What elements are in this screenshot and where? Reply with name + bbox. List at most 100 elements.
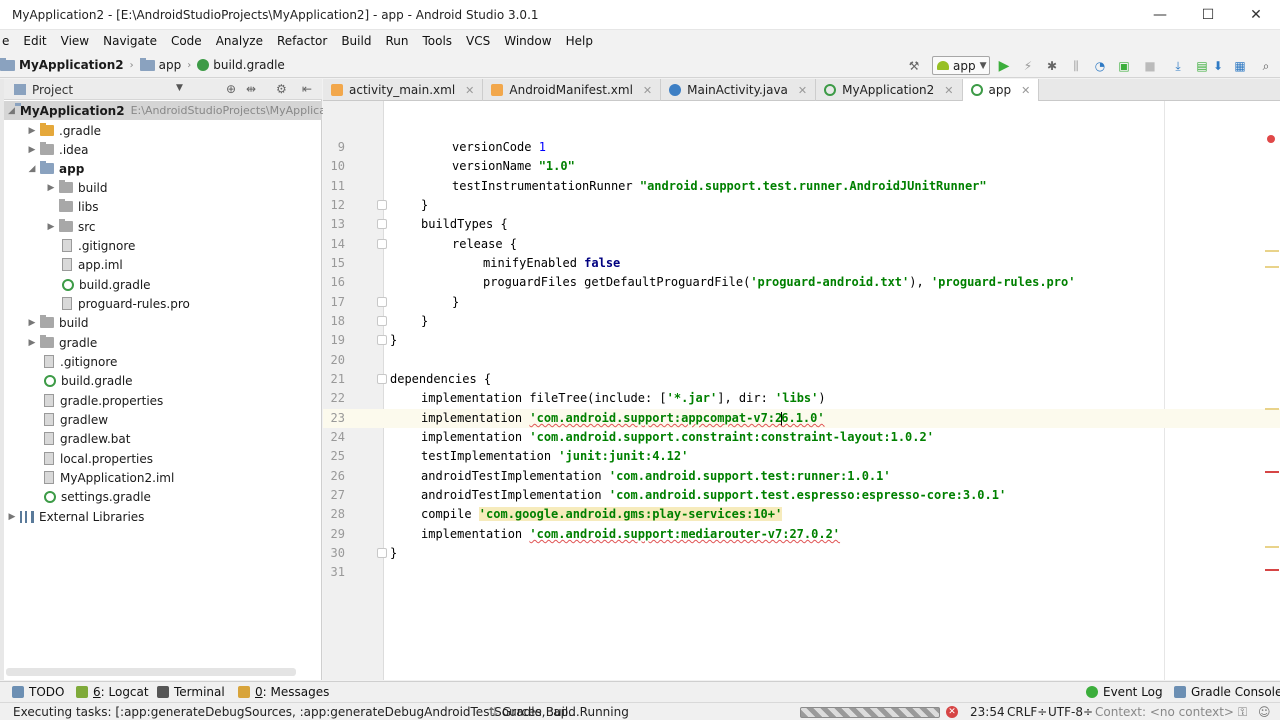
gear-icon[interactable]: ⚙ [276,82,287,96]
menu-file[interactable]: e [2,34,16,48]
fold-marker-icon[interactable] [377,548,387,558]
menu-build[interactable]: Build [334,34,378,48]
background-tasks-icon[interactable]: ⇅ [488,705,498,719]
tab-myapplication2[interactable]: MyApplication2 ✕ [816,79,963,101]
inspector-icon[interactable]: ☺ [1258,705,1271,719]
project-structure-icon[interactable]: ▦ [1232,58,1248,74]
code-editor[interactable]: 9 versionCode 1 10 versionName "1.0" 11 … [323,101,1280,680]
dropdown-arrow-icon[interactable]: ▼ [176,83,183,93]
project-panel-title[interactable]: Project [32,83,73,97]
tree-item-build-gradle[interactable]: build.gradle [44,371,133,390]
tree-item-proguard[interactable]: proguard-rules.pro [62,294,190,313]
sdk-manager-icon[interactable]: ⬇ [1210,58,1226,74]
tab-app[interactable]: app ✕ [962,79,1040,101]
tree-item-gradle-properties[interactable]: gradle.properties [44,391,163,410]
close-tab-icon[interactable]: ✕ [1021,84,1030,97]
fold-marker-icon[interactable] [377,316,387,326]
collapsed-arrow-icon[interactable]: ▶ [4,512,20,522]
sync-gradle-icon[interactable]: ⤓ [1170,58,1186,74]
menu-help[interactable]: Help [559,34,600,48]
collapse-all-icon[interactable]: ⇹ [246,82,256,96]
fold-marker-icon[interactable] [377,219,387,229]
menu-vcs[interactable]: VCS [459,34,497,48]
apply-changes-icon[interactable]: ⚡ [1020,58,1036,74]
warning-stripe[interactable] [1265,546,1279,548]
warning-stripe[interactable] [1265,266,1279,268]
close-tab-icon[interactable]: ✕ [643,84,652,97]
menu-refactor[interactable]: Refactor [270,34,334,48]
collapsed-arrow-icon[interactable]: ▶ [43,222,59,232]
breadcrumb-module[interactable]: app [159,58,182,72]
tree-item-idea[interactable]: ▶ .idea [24,140,89,159]
maximize-button[interactable]: ☐ [1184,0,1232,30]
tree-item-external-libraries[interactable]: ▶ External Libraries [4,507,145,526]
profile-icon[interactable]: ⫼ [1068,58,1084,74]
tab-main-activity[interactable]: MainActivity.java ✕ [661,79,817,101]
collapsed-arrow-icon[interactable]: ▶ [24,338,40,348]
close-tab-icon[interactable]: ✕ [798,84,807,97]
collapsed-arrow-icon[interactable]: ▶ [24,318,40,328]
stop-icon[interactable]: ■ [1142,58,1158,74]
menu-code[interactable]: Code [164,34,209,48]
line-separator[interactable]: CRLF÷ [1007,705,1047,719]
menu-view[interactable]: View [54,34,96,48]
fold-marker-icon[interactable] [377,297,387,307]
tree-item-settings-gradle[interactable]: settings.gradle [44,487,151,506]
terminal-button[interactable]: Terminal [157,685,225,699]
breadcrumb-project[interactable]: MyApplication2 [19,58,124,72]
run-icon[interactable]: ▶ [996,58,1012,74]
tab-activity-main[interactable]: activity_main.xml ✕ [323,79,484,101]
menu-navigate[interactable]: Navigate [96,34,164,48]
expand-arrow-icon[interactable]: ◢ [24,164,40,174]
error-indicator-icon[interactable] [1267,135,1275,143]
tree-item-gitignore[interactable]: .gitignore [44,352,117,371]
expand-arrow-icon[interactable]: ◢ [8,106,15,116]
tab-android-manifest[interactable]: AndroidManifest.xml ✕ [483,79,662,101]
caret-position[interactable]: 23:54 [970,705,1005,719]
collapsed-arrow-icon[interactable]: ▶ [24,126,40,136]
build-status[interactable]: Gradle Build Running [502,705,629,719]
menu-tools[interactable]: Tools [415,34,459,48]
tree-item-app[interactable]: ◢ app [24,159,84,178]
tree-item-gradlew-bat[interactable]: gradlew.bat [44,429,130,448]
debug-icon[interactable]: ✱ [1044,58,1060,74]
collapsed-arrow-icon[interactable]: ▶ [43,183,59,193]
close-tab-icon[interactable]: ✕ [465,84,474,97]
tree-item-iml[interactable]: MyApplication2.iml [44,468,174,487]
error-stripe[interactable] [1265,471,1279,473]
breadcrumb-file[interactable]: build.gradle [213,58,285,72]
gradle-console-button[interactable]: Gradle Console [1174,685,1280,699]
tree-item-local-properties[interactable]: local.properties [44,449,153,468]
tree-item-app-gitignore[interactable]: .gitignore [62,236,135,255]
tree-item-src[interactable]: ▶ src [43,217,96,236]
tree-item-app-build[interactable]: ▶ build [43,178,108,197]
collapsed-arrow-icon[interactable]: ▶ [24,145,40,155]
close-tab-icon[interactable]: ✕ [944,84,953,97]
warning-stripe[interactable] [1265,250,1279,252]
minimize-button[interactable]: — [1136,0,1184,30]
tree-item-build[interactable]: ▶ build [24,313,89,332]
lock-icon[interactable]: ⚿ [1238,705,1247,720]
horizontal-scrollbar[interactable] [6,668,296,676]
coverage-icon[interactable]: ▣ [1116,58,1132,74]
hammer-icon[interactable]: ⚒ [906,58,922,74]
messages-button[interactable]: 0: Messages [238,685,329,699]
menu-window[interactable]: Window [497,34,558,48]
menu-edit[interactable]: Edit [16,34,53,48]
event-log-button[interactable]: Event Log [1086,685,1163,699]
attach-debugger-icon[interactable]: ◔ [1092,58,1108,74]
search-icon[interactable]: ⌕ [1258,58,1274,74]
tree-item-app-build-gradle[interactable]: build.gradle [62,275,151,294]
fold-marker-icon[interactable] [377,239,387,249]
close-button[interactable]: ✕ [1232,0,1280,30]
cancel-build-icon[interactable]: ✕ [946,706,958,718]
todo-button[interactable]: TODO [12,685,64,699]
tree-item-root[interactable]: ◢ MyApplication2 E:\AndroidStudioProject… [4,101,326,120]
context-indicator[interactable]: Context: <no context> [1095,705,1234,719]
logcat-button[interactable]: 6: Logcat [76,685,149,699]
error-stripe[interactable] [1265,569,1279,571]
locate-icon[interactable]: ⊕ [226,82,236,96]
tree-item-libs[interactable]: libs [59,197,99,216]
warning-stripe[interactable] [1265,408,1279,410]
tree-item-gradlew[interactable]: gradlew [44,410,108,429]
